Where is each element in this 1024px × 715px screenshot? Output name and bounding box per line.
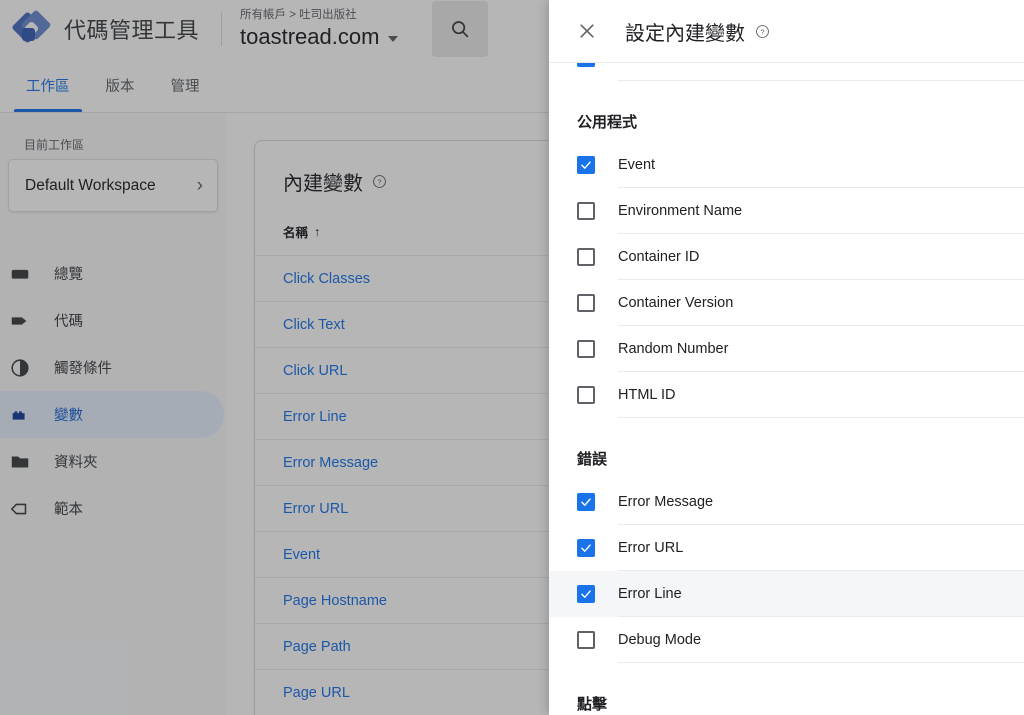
dialog-scroll-content: 公用程式 Event Environment Name Container ID… [549,63,1024,715]
checkbox-row-html-id[interactable]: HTML ID [549,372,1024,418]
close-icon [580,24,594,38]
check-icon [581,161,591,169]
checkbox-checked[interactable] [577,493,595,511]
checkbox-row-random-number[interactable]: Random Number [549,326,1024,372]
check-icon [581,544,591,552]
checkbox-row-container-id[interactable]: Container ID [549,234,1024,280]
checkbox-row-environment-name[interactable]: Environment Name [549,188,1024,234]
checkbox-unchecked[interactable] [577,248,595,266]
configure-builtin-variables-dialog: 設定內建變數 ? 公用程式 Event Environment Name Con… [549,0,1024,715]
dialog-title-label: 設定內建變數 [625,22,745,45]
checkbox-label: Container ID [618,234,1024,280]
checkbox-row-error-message[interactable]: Error Message [549,479,1024,525]
checkbox-unchecked[interactable] [577,202,595,220]
checkbox-label: Event [618,142,1024,188]
checkbox-checked[interactable] [577,156,595,174]
section-title-utilities: 公用程式 [577,114,638,131]
checkbox-label: Error URL [618,525,1024,571]
dialog-header: 設定內建變數 ? [549,0,1024,63]
checkbox-row-partial[interactable] [549,63,1024,81]
checkbox-label: Random Number [618,326,1024,372]
checkbox-row-error-line[interactable]: Error Line [549,571,1024,617]
close-button[interactable] [575,19,599,43]
checkbox-checked[interactable] [577,585,595,603]
checkbox-row-error-url[interactable]: Error URL [549,525,1024,571]
checkbox-label: Environment Name [618,188,1024,234]
dialog-title: 設定內建變數 ? [625,17,770,46]
checkbox-row-debug-mode[interactable]: Debug Mode [549,617,1024,663]
help-circle-icon[interactable]: ? [755,24,770,39]
check-icon [581,590,591,598]
checkbox-label [618,63,1024,81]
check-icon [579,63,593,65]
check-icon [581,498,591,506]
dialog-scroll-area[interactable]: 公用程式 Event Environment Name Container ID… [549,63,1024,715]
checkbox-checked[interactable] [577,539,595,557]
checkbox-row-container-version[interactable]: Container Version [549,280,1024,326]
checkbox-row-event[interactable]: Event [549,142,1024,188]
checkbox-unchecked[interactable] [577,340,595,358]
checkbox-label: Container Version [618,280,1024,326]
checkbox-label: Error Message [618,479,1024,525]
checkbox-label: Error Line [618,571,1024,617]
checkbox-checked[interactable] [577,63,595,67]
checkbox-unchecked[interactable] [577,386,595,404]
screen: 代碼管理工具 所有帳戶 > 吐司出版社 toastread.com 工作區 版本… [0,0,1024,715]
checkbox-label: Debug Mode [618,617,1024,663]
checkbox-unchecked[interactable] [577,294,595,312]
section-title-errors: 錯誤 [577,451,608,468]
checkbox-label: HTML ID [618,372,1024,418]
svg-text:?: ? [760,27,764,36]
section-title-clicks: 點擊 [577,696,608,713]
checkbox-unchecked[interactable] [577,631,595,649]
